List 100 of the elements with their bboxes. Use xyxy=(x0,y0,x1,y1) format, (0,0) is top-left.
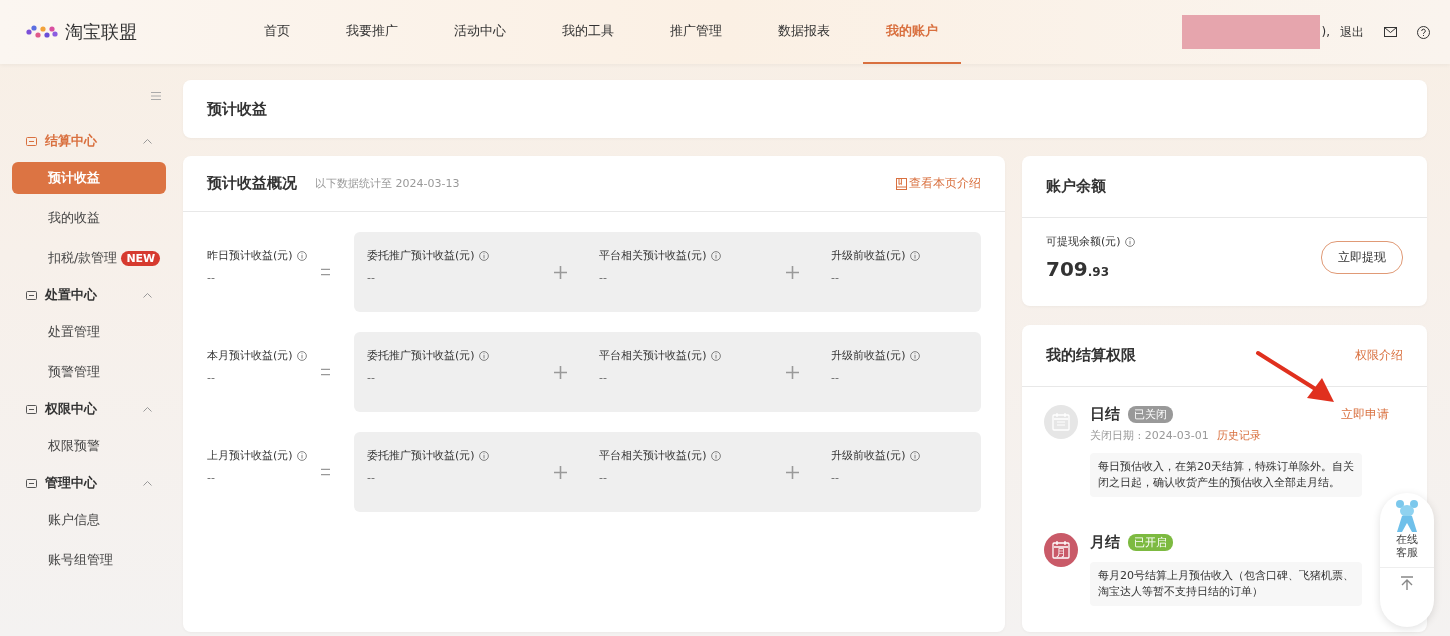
metric-label: 本月预计收益(元) xyxy=(207,348,293,363)
term-label: 平台相关预计收益(元) xyxy=(599,448,707,463)
caret-icon[interactable] xyxy=(143,138,152,144)
menu-icon[interactable] xyxy=(151,92,161,100)
info-icon xyxy=(909,250,920,261)
nav-tab[interactable]: 首页 xyxy=(241,0,313,64)
info-icon xyxy=(1124,236,1135,247)
term-value: -- xyxy=(599,271,608,284)
balance-amount: 709.93 xyxy=(1046,257,1110,281)
term-label: 委托推广预计收益(元) xyxy=(367,448,475,463)
plus-icon xyxy=(554,465,567,479)
logout-link[interactable]: 退出 xyxy=(1340,23,1364,41)
sidebar-item[interactable]: 我的收益 xyxy=(12,202,166,234)
sidebar-item[interactable]: 账号组管理 xyxy=(12,544,166,576)
sidebar-item[interactable]: 处置管理 xyxy=(12,316,166,348)
info-icon xyxy=(710,450,721,461)
term-label: 委托推广预计收益(元) xyxy=(367,348,475,363)
term-value: -- xyxy=(367,471,376,484)
group-icon xyxy=(26,135,37,147)
withdraw-button[interactable]: 立即提现 xyxy=(1321,241,1403,274)
info-icon xyxy=(909,450,920,461)
page-title: 预计收益 xyxy=(183,80,1427,138)
book-icon xyxy=(896,177,907,190)
info-icon xyxy=(296,350,307,361)
back-to-top-button[interactable] xyxy=(1380,567,1434,590)
sidebar-group-label[interactable]: 权限中心 xyxy=(45,400,97,418)
sidebar-item[interactable]: 权限预警 xyxy=(12,430,166,462)
sidebar-group-label[interactable]: 管理中心 xyxy=(45,474,97,492)
info-icon xyxy=(710,250,721,261)
card-subtitle: 以下数据统计至 2024-03-13 xyxy=(315,176,460,191)
settlement-description: 每月20号结算上月预估收入（包含口碑、飞猪机票、淘宝达人等暂不支持日结的订单） xyxy=(1090,562,1362,606)
history-link[interactable]: 历史记录 xyxy=(1216,428,1261,443)
term-label: 平台相关预计收益(元) xyxy=(599,248,707,263)
term-value: -- xyxy=(831,371,840,384)
sidebar-item[interactable]: 扣税/款管理 NEW xyxy=(12,242,166,274)
group-icon xyxy=(26,289,37,301)
logo-icon xyxy=(25,24,59,40)
info-icon xyxy=(296,250,307,261)
term-label: 升级前收益(元) xyxy=(831,248,906,263)
caret-icon[interactable] xyxy=(143,480,152,486)
nav-tab[interactable]: 数据报表 xyxy=(755,0,853,64)
metric-value: -- xyxy=(207,271,216,284)
support-label: 在线客服 xyxy=(1396,533,1418,559)
plus-icon xyxy=(786,365,799,379)
equals-icon xyxy=(320,468,330,476)
settlement-name: 月结 xyxy=(1090,533,1120,552)
caret-icon[interactable] xyxy=(143,292,152,298)
info-icon xyxy=(296,450,307,461)
term-label: 升级前收益(元) xyxy=(831,448,906,463)
metric-value: -- xyxy=(207,371,216,384)
nav-tab[interactable]: 活动中心 xyxy=(431,0,529,64)
plus-icon xyxy=(786,465,799,479)
term-label: 委托推广预计收益(元) xyxy=(367,248,475,263)
sidebar-item[interactable]: 预警管理 xyxy=(12,356,166,388)
info-icon xyxy=(478,450,489,461)
apply-link[interactable]: 立即申请 xyxy=(1341,406,1389,423)
plus-icon xyxy=(554,365,567,379)
term-value: -- xyxy=(831,471,840,484)
term-value: -- xyxy=(599,471,608,484)
plus-icon xyxy=(786,265,799,279)
group-icon xyxy=(26,477,37,489)
card-title: 账户余额 xyxy=(1046,177,1106,196)
equals-icon xyxy=(320,268,330,276)
arrow-up-icon xyxy=(1400,576,1414,590)
term-label: 平台相关预计收益(元) xyxy=(599,348,707,363)
status-badge: 已关闭 xyxy=(1128,406,1173,423)
term-value: -- xyxy=(599,371,608,384)
info-icon xyxy=(478,250,489,261)
nav-tab[interactable]: 我要推广 xyxy=(323,0,421,64)
nav-tab[interactable]: 推广管理 xyxy=(647,0,745,64)
support-widget[interactable]: 在线客服 xyxy=(1380,493,1434,627)
sidebar-group-label[interactable]: 处置中心 xyxy=(45,286,97,304)
equals-icon xyxy=(320,368,330,376)
info-icon xyxy=(710,350,721,361)
metric-value: -- xyxy=(207,471,216,484)
permission-intro-link[interactable]: 权限介绍 xyxy=(1355,347,1403,364)
term-label: 升级前收益(元) xyxy=(831,348,906,363)
term-value: -- xyxy=(367,271,376,284)
mail-icon[interactable] xyxy=(1384,27,1397,37)
term-value: -- xyxy=(831,271,840,284)
calendar-icon: 月 xyxy=(1044,533,1078,567)
help-icon[interactable] xyxy=(1417,25,1430,39)
mascot-icon xyxy=(1393,499,1421,533)
settlement-name: 日结 xyxy=(1090,405,1120,424)
intro-link[interactable]: 查看本页介绍 xyxy=(896,175,981,192)
term-value: -- xyxy=(367,371,376,384)
settlement-description: 每日预估收入，在第20天结算，特殊订单除外。自关闭之日起，确认收货产生的预估收入全部走月结。 xyxy=(1090,453,1362,497)
nav-tab[interactable]: 我的工具 xyxy=(539,0,637,64)
info-icon xyxy=(909,350,920,361)
status-badge: 已开启 xyxy=(1128,534,1173,551)
balance-label: 可提现余额(元) xyxy=(1046,234,1121,249)
metric-label: 上月预计收益(元) xyxy=(207,448,293,463)
new-badge: NEW xyxy=(121,250,161,266)
user-name-suffix: ), xyxy=(1321,25,1330,39)
caret-icon[interactable] xyxy=(143,406,152,412)
card-title: 预计收益概况 xyxy=(207,174,297,193)
card-title: 我的结算权限 xyxy=(1046,346,1136,365)
info-icon xyxy=(478,350,489,361)
close-date: 关闭日期 : 2024-03-01 xyxy=(1090,428,1209,443)
sidebar-item[interactable]: 账户信息 xyxy=(12,504,166,536)
